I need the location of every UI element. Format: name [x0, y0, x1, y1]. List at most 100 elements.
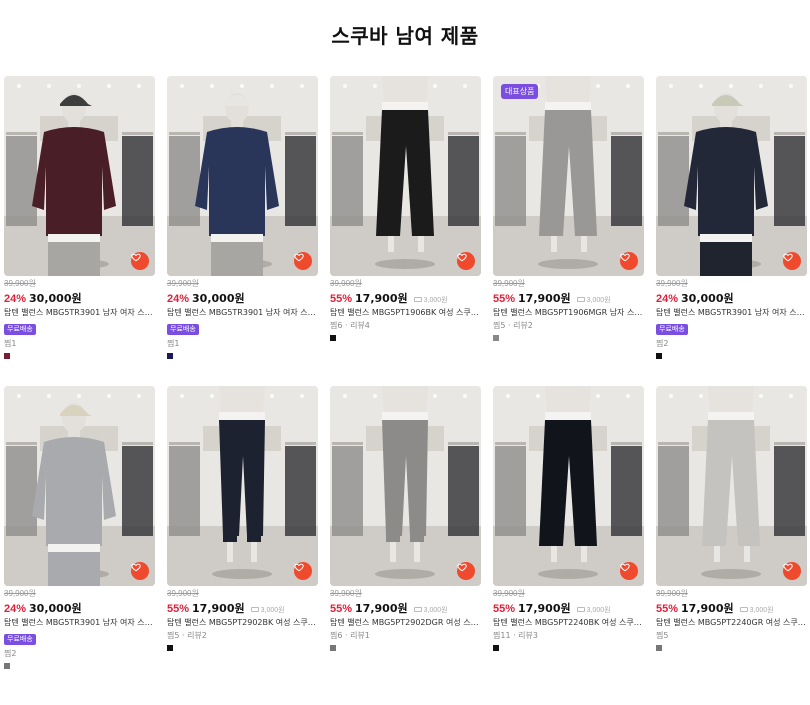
wishlist-button[interactable] — [783, 252, 801, 270]
shipping-fee-text: 3,000원 — [749, 606, 774, 614]
shipping-fee: 3,000원 — [576, 295, 611, 305]
sale-price: 17,900원 — [518, 602, 571, 615]
product-image[interactable] — [4, 386, 155, 586]
price-line: 55% 17,900원 3,000원 — [167, 600, 318, 615]
product-image[interactable] — [493, 386, 644, 586]
free-shipping-badge: 무료배송 — [167, 324, 199, 335]
wishlist-button[interactable] — [294, 252, 312, 270]
discount-rate: 24% — [656, 293, 679, 305]
product-image[interactable] — [4, 76, 155, 276]
price-line: 24% 30,000원 — [4, 290, 155, 305]
truck-icon — [576, 607, 585, 612]
product-card[interactable]: 39,900원 24% 30,000원 탑텐 밸런스 MBG5TR3901 남자… — [4, 76, 155, 359]
product-card[interactable]: 39,900원 24% 30,000원 탑텐 밸런스 MBG5TR3901 남자… — [4, 386, 155, 669]
shipping-fee-text: 3,000원 — [260, 606, 285, 614]
shipping-fee-text: 3,000원 — [586, 606, 611, 614]
product-title[interactable]: 탑텐 밸런스 MBG5PT2902DGR 여성 스쿠바 조거 팬츠 — [330, 617, 481, 628]
shipping-fee: 3,000원 — [413, 605, 448, 615]
heart-icon — [294, 563, 304, 572]
product-image[interactable] — [656, 76, 807, 276]
discount-rate: 55% — [493, 293, 516, 305]
product-meta: 찜6 · 리뷰1 — [330, 631, 370, 640]
color-swatch — [656, 353, 662, 359]
product-image[interactable] — [167, 76, 318, 276]
discount-rate: 55% — [493, 603, 516, 615]
heart-icon — [620, 563, 630, 572]
price-line: 55% 17,900원 3,000원 — [330, 600, 481, 615]
sale-price: 30,000원 — [29, 292, 82, 305]
product-card[interactable]: 39,900원 24% 30,000원 탑텐 밸런스 MBG5TR3901 남자… — [656, 76, 807, 359]
original-price: 39,900원 — [4, 589, 36, 598]
product-photo — [4, 76, 155, 276]
product-title[interactable]: 탑텐 밸런스 MBG5PT1906BK 여성 스쿠바 와이드 팬츠 — [330, 307, 481, 318]
price-line: 55% 17,900원 3,000원 — [656, 600, 807, 615]
heart-icon — [620, 253, 630, 262]
wishlist-button[interactable] — [620, 252, 638, 270]
product-card[interactable]: 39,900원 24% 30,000원 탑텐 밸런스 MBG5TR3901 남자… — [167, 76, 318, 359]
product-title[interactable]: 탑텐 밸런스 MBG5TR3901 남자 여자 스쿠바 맨투맨 — [167, 307, 318, 318]
wishlist-button[interactable] — [457, 562, 475, 580]
wishlist-button[interactable] — [457, 252, 475, 270]
color-swatch — [4, 353, 10, 359]
color-swatch — [656, 645, 662, 651]
product-meta: 찜1 — [167, 339, 180, 348]
wishlist-button[interactable] — [294, 562, 312, 580]
heart-icon — [783, 563, 793, 572]
product-meta: 찜2 — [656, 339, 669, 348]
product-photo — [4, 386, 155, 586]
product-photo — [493, 386, 644, 586]
product-card[interactable]: 39,900원 55% 17,900원 3,000원 탑텐 밸런스 MBG5PT… — [656, 386, 807, 669]
price-line: 24% 30,000원 — [167, 290, 318, 305]
price-line: 24% 30,000원 — [656, 290, 807, 305]
product-title[interactable]: 탑텐 밸런스 MBG5PT2240BK 여성 스쿠바 부츠컷 팬츠 — [493, 617, 644, 628]
product-image[interactable] — [167, 386, 318, 586]
product-meta: 찜6 · 리뷰4 — [330, 321, 370, 330]
product-image[interactable] — [330, 76, 481, 276]
truck-icon — [739, 607, 748, 612]
free-shipping-badge: 무료배송 — [656, 324, 688, 335]
truck-icon — [413, 607, 422, 612]
sale-price: 17,900원 — [355, 602, 408, 615]
heart-icon — [457, 563, 467, 572]
product-title[interactable]: 탑텐 밸런스 MBG5TR3901 남자 여자 스쿠바 맨투맨 — [656, 307, 807, 318]
representative-badge: 대표상품 — [501, 84, 539, 99]
product-card[interactable]: 39,900원 55% 17,900원 3,000원 탑텐 밸런스 MBG5PT… — [330, 76, 481, 359]
wishlist-button[interactable] — [131, 562, 149, 580]
heart-icon — [783, 253, 793, 262]
product-title[interactable]: 탑텐 밸런스 MBG5PT1906MGR 남자 스쿠바 와이드 팬츠 — [493, 307, 644, 318]
price-line: 55% 17,900원 3,000원 — [493, 290, 644, 305]
product-meta: 찜11 · 리뷰3 — [493, 631, 538, 640]
shipping-fee-text: 3,000원 — [423, 606, 448, 614]
sale-price: 30,000원 — [29, 602, 82, 615]
wishlist-button[interactable] — [783, 562, 801, 580]
product-title[interactable]: 탑텐 밸런스 MBG5TR3901 남자 여자 스쿠바 맨투맨 — [4, 307, 155, 318]
shipping-fee: 3,000원 — [413, 295, 448, 305]
discount-rate: 24% — [167, 293, 190, 305]
color-swatch — [167, 353, 173, 359]
product-image[interactable]: 대표상품 — [493, 76, 644, 276]
product-image[interactable] — [330, 386, 481, 586]
wishlist-button[interactable] — [620, 562, 638, 580]
product-card[interactable]: 39,900원 55% 17,900원 3,000원 탑텐 밸런스 MBG5PT… — [167, 386, 318, 669]
discount-rate: 55% — [167, 603, 190, 615]
product-title[interactable]: 탑텐 밸런스 MBG5TR3901 남자 여자 스쿠바 맨투맨 — [4, 617, 155, 628]
product-row: 39,900원 24% 30,000원 탑텐 밸런스 MBG5TR3901 남자… — [4, 386, 807, 669]
product-meta: 찜5 · 리뷰2 — [493, 321, 533, 330]
original-price: 39,900원 — [330, 279, 362, 288]
price-line: 55% 17,900원 3,000원 — [330, 290, 481, 305]
shipping-fee: 3,000원 — [739, 605, 774, 615]
original-price: 39,900원 — [493, 279, 525, 288]
product-title[interactable]: 탑텐 밸런스 MBG5PT2902BK 여성 스쿠바 조거 팬츠 — [167, 617, 318, 628]
product-photo — [167, 76, 318, 276]
product-card[interactable]: 대표상품 39,900원 55% 17,900원 3,000원 탑텐 밸런스 M… — [493, 76, 644, 359]
product-card[interactable]: 39,900원 55% 17,900원 3,000원 탑텐 밸런스 MBG5PT… — [493, 386, 644, 669]
product-title[interactable]: 탑텐 밸런스 MBG5PT2240GR 여성 스쿠바 부츠컷 팬츠 — [656, 617, 807, 628]
heart-icon — [457, 253, 467, 262]
original-price: 39,900원 — [167, 589, 199, 598]
product-card[interactable]: 39,900원 55% 17,900원 3,000원 탑텐 밸런스 MBG5PT… — [330, 386, 481, 669]
product-photo — [656, 386, 807, 586]
original-price: 39,900원 — [493, 589, 525, 598]
product-image[interactable] — [656, 386, 807, 586]
heart-icon — [131, 253, 141, 262]
wishlist-button[interactable] — [131, 252, 149, 270]
